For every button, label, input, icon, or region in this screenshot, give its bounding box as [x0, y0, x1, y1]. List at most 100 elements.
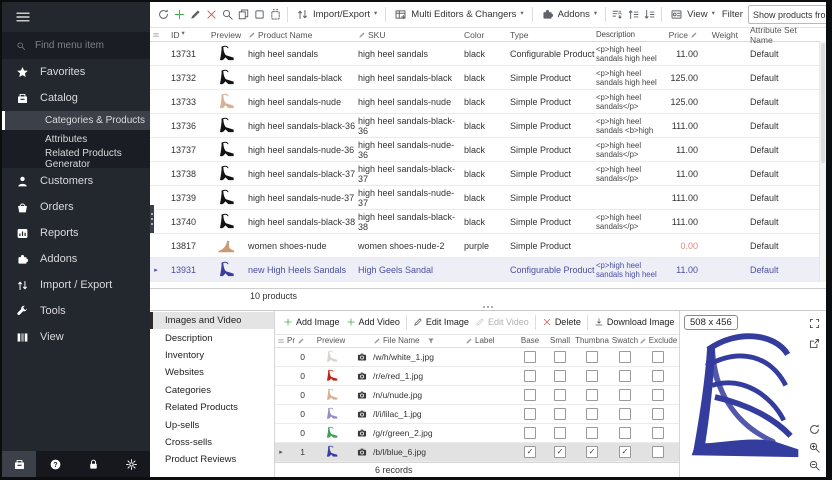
checkbox[interactable] [619, 389, 631, 401]
column-header-sku[interactable]: SKU [358, 30, 464, 40]
table-row[interactable]: 0/l/i/lilac_1.jpg [275, 405, 679, 424]
checkbox[interactable] [619, 370, 631, 382]
edit-video-button[interactable]: Edit Video [473, 314, 531, 331]
sidebar-item-customers[interactable]: Customers [2, 168, 150, 194]
sidebar-item-reports[interactable]: Reports [2, 220, 150, 246]
table-row[interactable]: 0/w/h/white_1.jpg [275, 348, 679, 367]
checkbox[interactable] [652, 446, 664, 458]
checkbox[interactable] [554, 389, 566, 401]
sidebar-item-categories-products[interactable]: Categories & Products [2, 111, 150, 130]
checkbox[interactable] [619, 351, 631, 363]
tab-up-sells[interactable]: Up-sells [150, 416, 274, 433]
column-header-description[interactable]: Description [596, 30, 660, 39]
column-header-preview[interactable]: Preview [311, 336, 351, 345]
checkbox[interactable] [652, 370, 664, 382]
hamburger-menu-button[interactable] [2, 2, 150, 32]
column-header-label[interactable]: Label [465, 336, 515, 345]
tab-product-reviews[interactable]: Product Reviews [150, 451, 274, 468]
table-row[interactable]: 0/r/e/red_1.jpg [275, 367, 679, 386]
open-external-icon[interactable] [806, 335, 822, 351]
checkbox[interactable] [652, 427, 664, 439]
table-row[interactable]: 13733high heel sandals-nudehigh heel san… [150, 90, 826, 114]
zoom-out-icon[interactable] [806, 457, 822, 473]
checkbox[interactable] [524, 427, 536, 439]
sidebar-item-view[interactable]: View [2, 324, 150, 350]
checkbox[interactable] [524, 389, 536, 401]
delete-image-button[interactable]: Delete [540, 314, 583, 331]
sidebar-item-import-export[interactable]: Import / Export [2, 272, 150, 298]
table-row[interactable]: 0/n/u/nude.jpg [275, 386, 679, 405]
tab-categories[interactable]: Categories [150, 382, 274, 399]
checkbox[interactable] [554, 408, 566, 420]
checkbox[interactable]: ✓ [619, 446, 631, 458]
column-header-small[interactable]: Small [545, 336, 575, 345]
checkbox[interactable] [586, 389, 598, 401]
table-row[interactable]: 13731high heel sandalshigh heel sandalsb… [150, 42, 826, 66]
checkbox[interactable] [652, 408, 664, 420]
tab-cross-sells[interactable]: Cross-sells [150, 434, 274, 451]
column-header-price[interactable]: Price [660, 30, 704, 40]
checkbox[interactable] [619, 427, 631, 439]
download-image-button[interactable]: Download Image [592, 314, 677, 331]
column-header-exclude[interactable]: Exclude [641, 336, 675, 345]
sidebar-item-orders[interactable]: Orders [2, 194, 150, 220]
edit-product-button[interactable] [189, 6, 202, 24]
column-header-thumbnail[interactable]: Thumbna [575, 336, 609, 345]
table-row[interactable]: ▸13931new High Heels SandalsHigh Geels S… [150, 258, 826, 282]
checkbox[interactable] [586, 427, 598, 439]
checkbox[interactable]: ✓ [524, 446, 536, 458]
table-row[interactable]: 0/g/r/green_2.jpg [275, 424, 679, 443]
column-header-base[interactable]: Base [515, 336, 545, 345]
checkbox[interactable] [554, 351, 566, 363]
addons-button[interactable]: Addons▾ [538, 6, 601, 24]
checkbox[interactable] [652, 351, 664, 363]
table-row[interactable]: ▸1/b/l/blue_6.jpg✓✓✓✓ [275, 443, 679, 462]
table-row[interactable]: 13817women shoes-nudewomen shoes-nude-2p… [150, 234, 826, 258]
checkbox[interactable]: ✓ [586, 446, 598, 458]
sidebar-item-tools[interactable]: Tools [2, 298, 150, 324]
move-up-button[interactable] [627, 6, 640, 24]
grid-corner-icon[interactable] [275, 337, 287, 345]
store-button[interactable] [2, 451, 36, 477]
column-header-color[interactable]: Color [464, 30, 510, 40]
refresh-button[interactable] [157, 6, 170, 24]
tab-websites[interactable]: Websites [150, 364, 274, 381]
move-down-button[interactable] [643, 6, 656, 24]
column-header-id[interactable]: ID▾ [162, 30, 204, 40]
checkbox[interactable]: ✓ [554, 446, 566, 458]
delete-product-button[interactable] [205, 6, 218, 24]
column-header-swatch[interactable]: Swatch [609, 336, 641, 345]
lock-icon[interactable] [87, 458, 100, 471]
column-header-position[interactable]: Pr [287, 336, 311, 345]
panel-splitter-handle[interactable] [150, 205, 154, 233]
tab-description[interactable]: Description [150, 329, 274, 346]
column-header-type[interactable]: Type [510, 30, 596, 40]
import-export-button[interactable]: Import/Export▾ [293, 6, 380, 24]
bottom-panel-splitter[interactable] [150, 303, 826, 310]
checkbox[interactable] [524, 351, 536, 363]
table-row[interactable]: 13732high heel sandals-blackhigh heel sa… [150, 66, 826, 90]
rotate-icon[interactable] [806, 421, 822, 437]
column-header-product-name[interactable]: Product Name [248, 30, 358, 40]
tab-related-products[interactable]: Related Products [150, 399, 274, 416]
checkbox[interactable] [554, 370, 566, 382]
checkbox[interactable] [619, 408, 631, 420]
add-video-button[interactable]: Add Video [344, 314, 402, 331]
tab-inventory[interactable]: Inventory [150, 347, 274, 364]
gear-icon[interactable] [125, 458, 138, 471]
checkbox[interactable] [586, 351, 598, 363]
sort-text-button[interactable]: A [611, 6, 624, 24]
view-button[interactable]: View▾ [667, 6, 718, 24]
table-row[interactable]: 13739high heel sandals-nude-37high heel … [150, 186, 826, 210]
vertical-scrollbar[interactable] [819, 41, 826, 282]
sidebar-search-input[interactable]: Find menu item [2, 32, 150, 59]
multi-editors-button[interactable]: Multi Editors & Changers▾ [391, 6, 526, 24]
filter-select[interactable]: Show products from selected categories▾ [748, 5, 826, 24]
checkbox[interactable] [554, 427, 566, 439]
tab-images-and-video[interactable]: Images and Video [150, 312, 274, 329]
checkbox[interactable] [524, 408, 536, 420]
select-button[interactable] [253, 6, 266, 24]
column-header-preview[interactable]: Preview [204, 30, 248, 40]
grid-corner-icon[interactable] [150, 31, 162, 39]
checkbox[interactable] [524, 370, 536, 382]
